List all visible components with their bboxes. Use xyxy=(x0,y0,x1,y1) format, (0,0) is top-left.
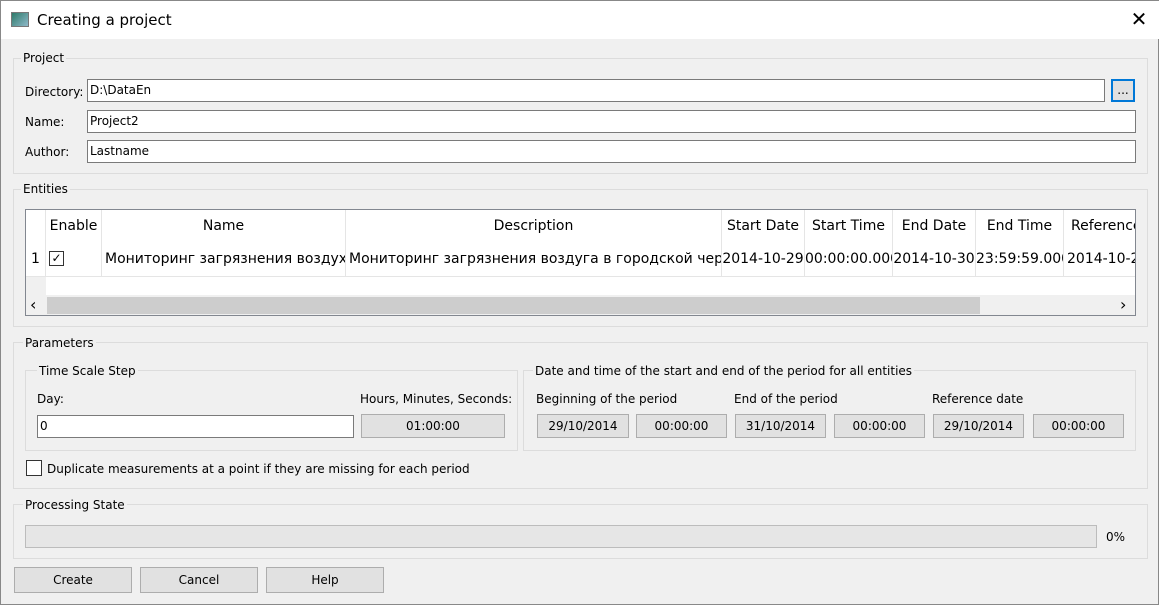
scroll-left-icon[interactable]: ‹ xyxy=(30,295,36,314)
reference-time-field[interactable]: 00:00:00 xyxy=(1033,414,1124,438)
enable-cell[interactable]: ✓ xyxy=(46,243,102,277)
name-cell[interactable]: Мониторинг загрязнения воздуха xyxy=(102,243,346,277)
help-button[interactable]: Help xyxy=(266,567,384,593)
column-header-start-time[interactable]: Start Time xyxy=(805,210,893,243)
enable-checkbox[interactable]: ✓ xyxy=(49,251,64,266)
scroll-right-icon[interactable]: › xyxy=(1120,295,1126,314)
entities-table: Enable Name Description Start Date Start… xyxy=(25,209,1136,316)
author-input[interactable]: Lastname xyxy=(87,140,1136,163)
hms-label: Hours, Minutes, Seconds: xyxy=(360,392,513,406)
time-scale-label: Time Scale Step xyxy=(37,364,138,378)
progress-bar xyxy=(25,525,1097,548)
row-header-blank xyxy=(26,277,46,295)
parameters-group-label: Parameters xyxy=(23,336,96,350)
day-label: Day: xyxy=(37,392,64,406)
reference-cell[interactable]: 2014-10-29 xyxy=(1064,243,1135,277)
day-input[interactable]: 0 xyxy=(37,415,354,438)
duplicate-checkbox[interactable] xyxy=(26,460,42,476)
description-cell[interactable]: Мониторинг загрязнения воздуга в городск… xyxy=(346,243,722,277)
duplicate-label[interactable]: Duplicate measurements at a point if the… xyxy=(47,462,470,476)
begin-date-field[interactable]: 29/10/2014 xyxy=(537,414,629,438)
project-group-label: Project xyxy=(21,51,67,65)
period-group-label: Date and time of the start and end of th… xyxy=(533,364,915,378)
row-number: 1 xyxy=(26,243,46,277)
create-button[interactable]: Create xyxy=(14,567,132,593)
title-bar xyxy=(1,1,1159,39)
column-header-end-date[interactable]: End Date xyxy=(893,210,976,243)
directory-label: Directory: xyxy=(25,85,84,99)
column-header-enable[interactable]: Enable xyxy=(46,210,102,243)
time-scale-group xyxy=(25,370,518,451)
column-header-name[interactable]: Name xyxy=(102,210,346,243)
scrollbar-thumb[interactable] xyxy=(47,297,980,314)
column-header-start-date[interactable]: Start Date xyxy=(722,210,805,243)
column-header-reference[interactable]: Reference xyxy=(1064,210,1135,243)
entities-group-label: Entities xyxy=(21,182,70,196)
name-input[interactable]: Project2 xyxy=(87,110,1136,133)
name-label: Name: xyxy=(25,115,65,129)
end-date-cell[interactable]: 2014-10-30 xyxy=(893,243,976,277)
reference-label: Reference date xyxy=(932,392,1024,406)
reference-date-field[interactable]: 29/10/2014 xyxy=(933,414,1024,438)
start-time-cell[interactable]: 00:00:00.000 xyxy=(805,243,893,277)
window-title: Creating a project xyxy=(37,11,172,29)
begin-label: Beginning of the period xyxy=(536,392,678,406)
period-group xyxy=(523,370,1136,451)
column-header-index xyxy=(26,210,46,243)
column-header-end-time[interactable]: End Time xyxy=(976,210,1064,243)
end-time-cell[interactable]: 23:59:59.000 xyxy=(976,243,1064,277)
author-label: Author: xyxy=(25,145,70,159)
directory-input[interactable]: D:\DataEn xyxy=(87,79,1105,102)
app-icon xyxy=(11,12,29,27)
hms-field[interactable]: 01:00:00 xyxy=(361,414,505,438)
processing-group-label: Processing State xyxy=(23,498,127,512)
start-date-cell[interactable]: 2014-10-29 xyxy=(722,243,805,277)
cancel-button[interactable]: Cancel xyxy=(140,567,258,593)
end-label: End of the period xyxy=(734,392,838,406)
close-icon[interactable]: ✕ xyxy=(1127,7,1151,31)
end-date-field[interactable]: 31/10/2014 xyxy=(735,414,826,438)
begin-time-field[interactable]: 00:00:00 xyxy=(636,414,727,438)
browse-button[interactable]: ... xyxy=(1111,79,1135,102)
end-time-field[interactable]: 00:00:00 xyxy=(834,414,925,438)
horizontal-scrollbar[interactable]: ‹ › xyxy=(26,295,1135,315)
progress-text: 0% xyxy=(1106,530,1126,544)
column-header-description[interactable]: Description xyxy=(346,210,722,243)
